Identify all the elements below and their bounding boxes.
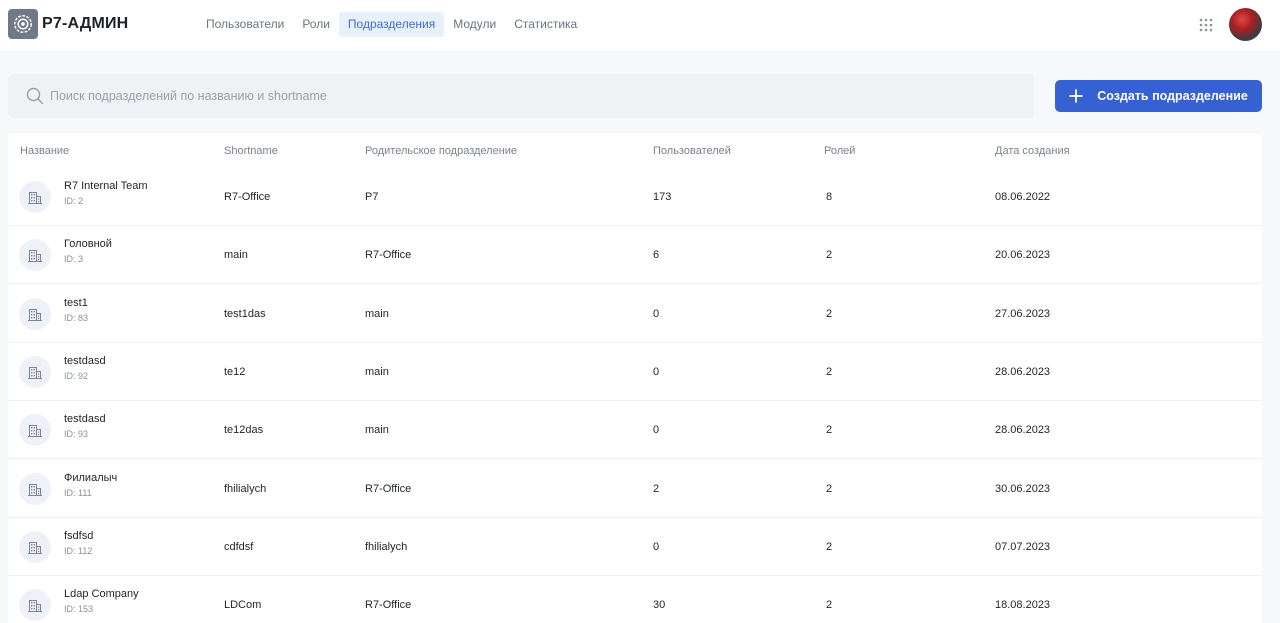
department-id: ID: 2 bbox=[64, 196, 84, 206]
department-parent: R7-Office bbox=[365, 249, 412, 262]
department-shortname: te12 bbox=[224, 365, 246, 378]
search-input[interactable] bbox=[50, 74, 1010, 118]
table-row[interactable]: testdasd ID: 93 te12das main 0 2 28.06.2023 bbox=[8, 401, 1262, 460]
department-parent: main bbox=[365, 365, 389, 378]
department-name[interactable]: Головной bbox=[64, 238, 112, 250]
building-icon bbox=[19, 297, 51, 330]
department-id: ID: 93 bbox=[64, 429, 89, 440]
department-id: ID: 153 bbox=[64, 604, 94, 615]
department-parent: Р7 bbox=[365, 191, 379, 203]
nav-item-statistics[interactable]: Статистика bbox=[505, 12, 586, 37]
department-name[interactable]: test1 bbox=[64, 297, 88, 309]
column-header-parent[interactable]: Родительское подразделение bbox=[365, 145, 517, 157]
department-users-count: 0 bbox=[653, 307, 660, 320]
department-users-count: 0 bbox=[653, 540, 660, 553]
department-created-date: 30.06.2023 bbox=[995, 482, 1051, 495]
department-users-count: 0 bbox=[653, 424, 660, 437]
department-shortname: R7-Office bbox=[224, 191, 271, 203]
column-header-roles[interactable]: Ролей bbox=[824, 145, 855, 157]
building-icon bbox=[19, 239, 51, 272]
department-shortname: main bbox=[224, 249, 248, 262]
department-roles-count: 2 bbox=[826, 424, 833, 437]
building-icon bbox=[19, 414, 51, 447]
department-created-date: 28.06.2023 bbox=[995, 424, 1051, 437]
building-icon bbox=[19, 181, 51, 213]
department-created-date: 07.07.2023 bbox=[995, 540, 1051, 553]
department-name[interactable]: Ldap Company bbox=[64, 588, 139, 600]
department-id: ID: 111 bbox=[64, 487, 92, 498]
department-shortname: fhilialych bbox=[224, 482, 267, 495]
gear-logo-icon[interactable] bbox=[8, 9, 38, 39]
department-users-count: 30 bbox=[653, 599, 666, 612]
department-created-date: 18.08.2023 bbox=[995, 599, 1051, 612]
department-created-date: 08.06.2022 bbox=[995, 191, 1051, 203]
department-id: ID: 112 bbox=[64, 545, 93, 556]
table-row[interactable]: Головной ID: 3 main R7-Office 6 2 20.06.2023 bbox=[8, 226, 1262, 285]
department-parent: fhilialych bbox=[365, 540, 408, 553]
building-icon bbox=[19, 530, 51, 563]
main-nav: Пользователи Роли Подразделения Модули С… bbox=[197, 12, 586, 37]
department-parent: R7-Office bbox=[365, 599, 412, 612]
department-shortname: LDCom bbox=[224, 599, 262, 612]
department-created-date: 20.06.2023 bbox=[995, 249, 1051, 262]
table-row[interactable]: test1 ID: 83 test1das main 0 2 27.06.2023 bbox=[8, 285, 1262, 343]
department-name[interactable]: testdasd bbox=[64, 413, 106, 425]
department-created-date: 27.06.2023 bbox=[995, 307, 1051, 320]
department-users-count: 173 bbox=[653, 191, 672, 203]
table-row[interactable]: Ldap Company ID: 153 LDCom R7-Office 30 2 18.0… bbox=[8, 576, 1262, 623]
nav-item-modules[interactable]: Модули bbox=[444, 12, 505, 37]
department-name[interactable]: Филиалыч bbox=[64, 472, 117, 484]
department-id: ID: 83 bbox=[64, 312, 89, 323]
department-id: ID: 3 bbox=[64, 254, 84, 265]
search-icon bbox=[26, 87, 44, 105]
department-roles-count: 2 bbox=[826, 249, 833, 262]
department-id: ID: 92 bbox=[64, 370, 89, 381]
department-roles-count: 2 bbox=[826, 540, 833, 553]
building-icon bbox=[19, 355, 51, 388]
column-header-date[interactable]: Дата создания bbox=[995, 145, 1070, 157]
nav-item-departments[interactable]: Подразделения bbox=[338, 12, 445, 37]
nav-item-roles[interactable]: Роли bbox=[293, 12, 339, 37]
department-shortname: te12das bbox=[224, 424, 264, 437]
column-header-shortname[interactable]: Shortname bbox=[224, 145, 278, 157]
top-header: Р7-АДМИН Пользователи Роли Подразделения… bbox=[0, 0, 1280, 52]
building-icon bbox=[19, 589, 51, 622]
column-header-users[interactable]: Пользователей bbox=[653, 145, 731, 157]
plus-icon bbox=[1069, 89, 1084, 103]
app-logo-text[interactable]: Р7-АДМИН bbox=[42, 15, 128, 33]
department-roles-count: 2 bbox=[826, 365, 833, 378]
create-button-label: Создать подразделение bbox=[1097, 89, 1248, 103]
department-name[interactable]: testdasd bbox=[64, 355, 106, 367]
department-shortname: cdfdsf bbox=[224, 540, 254, 553]
building-icon bbox=[19, 472, 51, 505]
create-department-button[interactable]: Создать подразделение bbox=[1055, 80, 1262, 112]
department-parent: main bbox=[365, 307, 389, 320]
department-roles-count: 2 bbox=[826, 599, 833, 612]
department-created-date: 28.06.2023 bbox=[995, 365, 1051, 378]
department-name[interactable]: fsdfsd bbox=[64, 530, 93, 542]
department-roles-count: 8 bbox=[826, 191, 833, 203]
table-row[interactable]: Филиалыч ID: 111 fhilialych R7-Office 2 2 30.0… bbox=[8, 460, 1262, 518]
departments-table: Название Shortname Родительское подразде… bbox=[8, 132, 1262, 623]
nav-item-users[interactable]: Пользователи bbox=[197, 12, 293, 37]
table-row[interactable]: R7 Internal Team ID: 2 R7-Office Р7 173 8 08.0… bbox=[8, 168, 1262, 226]
table-row[interactable]: testdasd ID: 92 te12 main 0 2 28.06.2023 bbox=[8, 343, 1262, 401]
avatar[interactable] bbox=[1229, 8, 1262, 41]
department-name[interactable]: R7 Internal Team bbox=[64, 180, 148, 192]
department-users-count: 6 bbox=[653, 249, 660, 262]
department-parent: R7-Office bbox=[365, 482, 412, 495]
department-roles-count: 2 bbox=[826, 307, 833, 320]
department-users-count: 2 bbox=[653, 482, 660, 495]
table-row[interactable]: fsdfsd ID: 112 cdfdsf fhilialych 0 2 07.07.202… bbox=[8, 518, 1262, 576]
column-header-name[interactable]: Название bbox=[20, 145, 69, 157]
search-bar bbox=[8, 74, 1034, 118]
grid-icon[interactable] bbox=[1198, 17, 1214, 33]
department-roles-count: 2 bbox=[826, 482, 833, 495]
department-parent: main bbox=[365, 424, 389, 437]
department-users-count: 0 bbox=[653, 365, 660, 378]
department-shortname: test1das bbox=[224, 307, 266, 320]
